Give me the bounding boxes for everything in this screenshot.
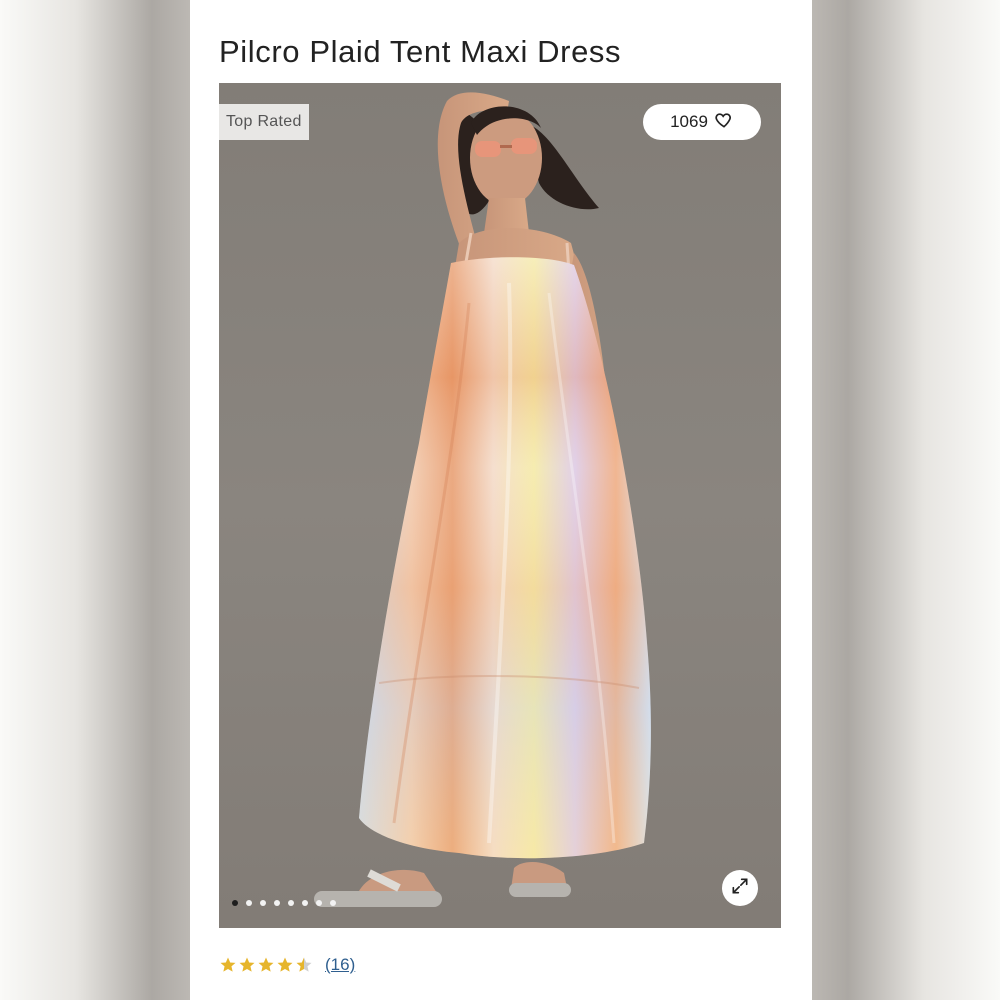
star-icon	[277, 957, 293, 972]
like-count: 1069	[670, 112, 708, 131]
product-rating: (16)	[219, 955, 355, 975]
star-icon	[258, 957, 274, 972]
gallery-dot[interactable]	[260, 900, 266, 906]
right-backdrop	[810, 0, 1000, 1000]
left-backdrop	[0, 0, 190, 1000]
review-count-link[interactable]: (16)	[325, 955, 355, 975]
gallery-pagination	[232, 900, 336, 906]
gallery-dot[interactable]	[274, 900, 280, 906]
expand-arrows-icon	[730, 876, 750, 901]
model-photo	[314, 92, 651, 907]
gallery-dot[interactable]	[288, 900, 294, 906]
gallery-dot[interactable]	[330, 900, 336, 906]
like-button[interactable]: 1069	[643, 104, 761, 140]
star-icon	[239, 957, 255, 972]
gallery-dot[interactable]	[246, 900, 252, 906]
product-image[interactable]: Top Rated 1069	[219, 83, 781, 928]
top-rated-badge: Top Rated	[219, 104, 309, 140]
product-title: Pilcro Plaid Tent Maxi Dress	[219, 34, 622, 69]
rating-stars	[219, 956, 313, 974]
gallery-dot[interactable]	[232, 900, 238, 906]
star-icon	[220, 957, 236, 972]
product-card: Pilcro Plaid Tent Maxi Dress Top Rated 1…	[190, 0, 812, 1000]
heart-icon	[714, 110, 734, 135]
expand-image-button[interactable]	[722, 870, 758, 906]
star-icon	[296, 957, 312, 972]
gallery-dot[interactable]	[316, 900, 322, 906]
gallery-dot[interactable]	[302, 900, 308, 906]
